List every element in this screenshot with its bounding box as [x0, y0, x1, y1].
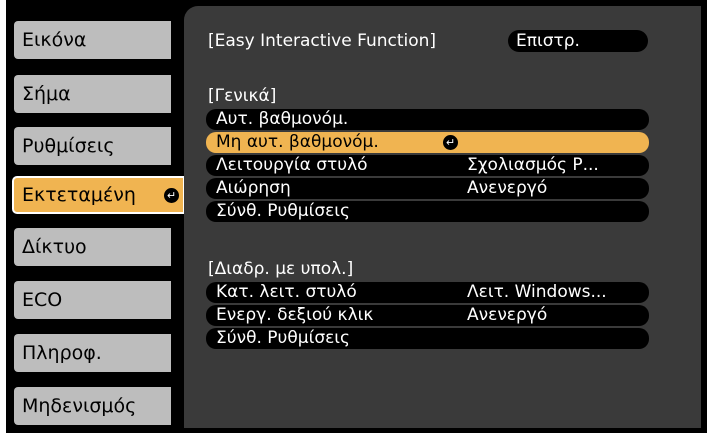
menu-item-label: Μη αυτ. βαθμονόμ.	[216, 132, 379, 152]
tab-label: Εικόνα	[22, 29, 87, 51]
menu-item-value: Λειτ. Windows...	[467, 282, 607, 302]
menu-item-label: Αιώρηση	[216, 178, 291, 198]
tab-settings[interactable]: Ρυθμίσεις	[14, 127, 171, 165]
tab-extended[interactable]: Εκτεταμένη ↵	[12, 176, 185, 214]
tab-label: ECO	[22, 289, 63, 311]
back-button[interactable]: Επιστρ.	[508, 30, 648, 52]
tab-label: Μηδενισμός	[22, 395, 137, 417]
tab-image[interactable]: Εικόνα	[14, 21, 171, 59]
enter-icon: ↵	[164, 188, 179, 203]
tab-reset[interactable]: Μηδενισμός	[14, 387, 171, 425]
menu-item-label: Σύνθ. Ρυθμίσεις	[216, 328, 351, 348]
menu-item-advanced-settings[interactable]: Σύνθ. Ρυθμίσεις	[206, 201, 649, 222]
section-heading-general: [Γενικά]	[208, 86, 277, 106]
menu-item-label: Κατ. λειτ. στυλό	[216, 282, 357, 302]
tab-label: Εκτεταμένη	[22, 184, 136, 206]
menu-item-label: Σύνθ. Ρυθμίσεις	[216, 201, 351, 221]
menu-item-value: Σχολιασμός Ρ...	[467, 155, 599, 175]
menu-item-pen-operation-mode[interactable]: Κατ. λειτ. στυλό Λειτ. Windows...	[206, 282, 649, 303]
page-title: [Easy Interactive Function]	[208, 31, 437, 51]
menu-item-manual-calibration[interactable]: Μη αυτ. βαθμονόμ. ↵	[206, 132, 649, 153]
enter-icon: ↵	[443, 135, 458, 150]
tab-label: Ρυθμίσεις	[22, 135, 115, 157]
menu-item-value: Ανενεργό	[467, 305, 548, 325]
tab-label: Πληροφ.	[22, 342, 102, 364]
menu-item-label: Λειτουργία στυλό	[216, 155, 368, 175]
menu-item-right-click[interactable]: Ενεργ. δεξιού κλικ Ανενεργό	[206, 305, 649, 326]
menu-item-label: Αυτ. βαθμονόμ.	[216, 109, 349, 129]
menu-item-value: Ανενεργό	[467, 178, 548, 198]
tab-signal[interactable]: Σήμα	[14, 75, 171, 113]
tab-network[interactable]: Δίκτυο	[14, 228, 171, 266]
tab-eco[interactable]: ECO	[14, 281, 171, 319]
menu-item-label: Ενεργ. δεξιού κλικ	[216, 305, 374, 325]
tab-label: Σήμα	[22, 83, 71, 105]
tab-label: Δίκτυο	[22, 236, 87, 258]
section-heading-pc-interaction: [Διαδρ. με υπολ.]	[208, 259, 354, 279]
tab-info[interactable]: Πληροφ.	[14, 334, 171, 372]
menu-item-pen-mode[interactable]: Λειτουργία στυλό Σχολιασμός Ρ...	[206, 155, 649, 176]
menu-item-advanced-settings-pc[interactable]: Σύνθ. Ρυθμίσεις	[206, 328, 649, 349]
menu-item-hover[interactable]: Αιώρηση Ανενεργό	[206, 178, 649, 199]
menu-item-auto-calibration[interactable]: Αυτ. βαθμονόμ.	[206, 109, 649, 130]
